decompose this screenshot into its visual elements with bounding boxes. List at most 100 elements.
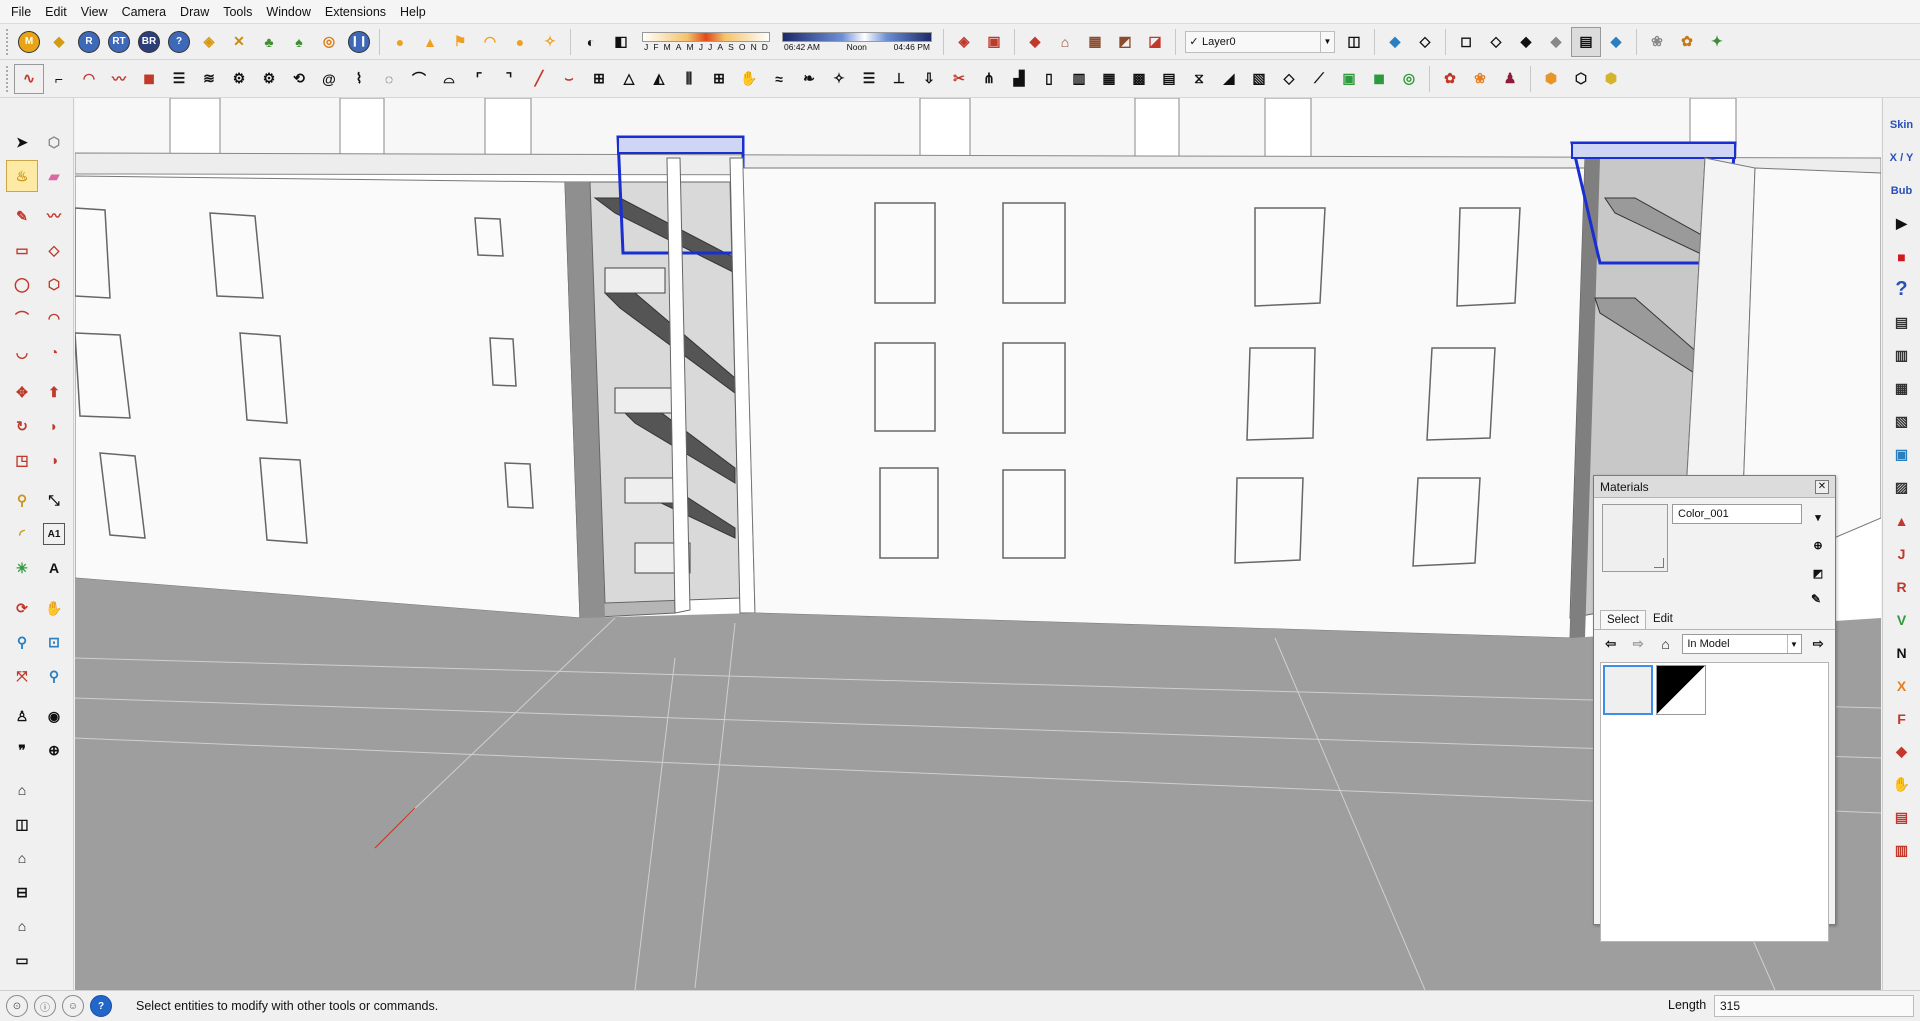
ruby-r-button[interactable]: R: [1886, 570, 1918, 603]
right-view-tool[interactable]: ⊟: [6, 876, 38, 908]
polyline-button[interactable]: ⌐: [44, 64, 74, 94]
arc-button[interactable]: ◠: [74, 64, 104, 94]
target-button[interactable]: ◎: [314, 27, 344, 57]
hand-button[interactable]: ✋: [734, 64, 764, 94]
credits-icon[interactable]: ⓘ: [34, 995, 56, 1017]
swatch-color-001[interactable]: [1603, 665, 1653, 715]
zoom-extents-tool[interactable]: ⤧: [6, 660, 38, 692]
eraser-tool[interactable]: ▰: [38, 160, 70, 192]
material-name-field[interactable]: Color_001: [1672, 504, 1802, 524]
axes-tool[interactable]: ✳: [6, 552, 38, 584]
pan-tool[interactable]: ✋: [38, 592, 70, 624]
warehouse-button[interactable]: ◆: [1020, 27, 1050, 57]
columns-button[interactable]: ⫼: [674, 64, 704, 94]
details-arrow-icon[interactable]: ⇨: [1808, 633, 1829, 655]
leaf-button[interactable]: ❧: [794, 64, 824, 94]
tag-button[interactable]: ◈: [194, 27, 224, 57]
text-tool[interactable]: A1: [38, 518, 70, 550]
layers-button[interactable]: ≋: [194, 64, 224, 94]
dome-button[interactable]: ◠: [475, 27, 505, 57]
pan-2-button[interactable]: ✋: [1886, 768, 1918, 801]
orbit-tool[interactable]: ⟳: [6, 592, 38, 624]
mesh-button[interactable]: ✦: [1702, 27, 1732, 57]
fillet-button[interactable]: ⌒: [404, 64, 434, 94]
chevron-down-icon[interactable]: ▼: [1786, 635, 1801, 653]
ruby-v-button[interactable]: V: [1886, 603, 1918, 636]
people-button[interactable]: ♟: [1495, 64, 1525, 94]
arrow-down-button[interactable]: ⇩: [914, 64, 944, 94]
wave-button[interactable]: ≈: [764, 64, 794, 94]
select-tool[interactable]: ➤: [6, 126, 38, 158]
help-icon[interactable]: ?: [90, 995, 112, 1017]
play-button[interactable]: ▶: [1886, 207, 1918, 240]
chamfer-button[interactable]: ⌓: [434, 64, 464, 94]
roof-button[interactable]: ▤: [1154, 64, 1184, 94]
ruby-1-button[interactable]: ▲: [1886, 504, 1918, 537]
layer-dropdown[interactable]: ✓ Layer0 ▼: [1185, 30, 1335, 53]
sphere-button[interactable]: ●: [385, 27, 415, 57]
swatch-black-white[interactable]: [1656, 665, 1706, 715]
help-2-button[interactable]: ?: [1886, 273, 1918, 306]
iso-house-tool[interactable]: ⌂: [6, 774, 38, 806]
door-button[interactable]: ▯: [1034, 64, 1064, 94]
eraser-curve-button[interactable]: ◼: [134, 64, 164, 94]
ruby-x-button[interactable]: X: [1886, 669, 1918, 702]
home-icon[interactable]: ⌂: [1655, 633, 1676, 655]
layers-2-button[interactable]: ▦: [1886, 372, 1918, 405]
plugin-gem-button[interactable]: ◆: [44, 27, 74, 57]
left-view-tool[interactable]: ▭: [6, 944, 38, 976]
move-tool[interactable]: ✥: [6, 376, 38, 408]
outliner-button[interactable]: ▤: [1886, 306, 1918, 339]
grid-button[interactable]: ⊞: [704, 64, 734, 94]
lamp-button[interactable]: ✧: [535, 27, 565, 57]
zoom-tool[interactable]: ⚲: [6, 626, 38, 658]
paint-button[interactable]: ◭: [644, 64, 674, 94]
scale-tool[interactable]: ◳: [6, 444, 38, 476]
shadow-time-bar[interactable]: [782, 31, 932, 42]
push-pull-tool[interactable]: ⬆: [38, 376, 70, 408]
default-material-icon[interactable]: ◩: [1807, 562, 1829, 584]
make-component-tool[interactable]: ⬡: [38, 126, 70, 158]
sandbox-button[interactable]: ❀: [1642, 27, 1672, 57]
walk-tool[interactable]: ❞: [6, 734, 38, 766]
flag-button[interactable]: ⚑: [445, 27, 475, 57]
monochrome-button[interactable]: ◆: [1601, 27, 1631, 57]
stop-button[interactable]: ■: [1886, 240, 1918, 273]
tree-button[interactable]: ♣: [254, 27, 284, 57]
menu-extensions[interactable]: Extensions: [318, 0, 393, 24]
window-button[interactable]: ▥: [1064, 64, 1094, 94]
menu-view[interactable]: View: [74, 0, 115, 24]
shaded-button[interactable]: ◆: [1541, 27, 1571, 57]
green-box-2-button[interactable]: ◼: [1364, 64, 1394, 94]
plugin-r-button[interactable]: R: [74, 27, 104, 57]
collection-dropdown[interactable]: In Model ▼: [1682, 634, 1802, 654]
polygon-tool[interactable]: ⬡: [38, 268, 70, 300]
shadow-time-slider[interactable]: 06:42 AM Noon 04:46 PM: [782, 31, 932, 52]
bezier-button[interactable]: ∿: [14, 63, 44, 94]
list-button[interactable]: ☰: [854, 64, 884, 94]
stairs-button[interactable]: ▟: [1004, 64, 1034, 94]
two-point-arc-tool[interactable]: ◠: [38, 302, 70, 334]
tri-button[interactable]: △: [614, 64, 644, 94]
create-material-icon[interactable]: ⊕: [1807, 534, 1829, 556]
scenes-button[interactable]: ▥: [1886, 339, 1918, 372]
skin-button[interactable]: Skin: [1886, 108, 1918, 141]
report-button[interactable]: ▤: [1886, 801, 1918, 834]
cube-outline-button[interactable]: ⬡: [1566, 64, 1596, 94]
rotated-rectangle-tool[interactable]: ◇: [38, 234, 70, 266]
front-view-tool[interactable]: ◫: [6, 808, 38, 840]
tape-measure-tool[interactable]: ⚲: [6, 484, 38, 516]
stack-button[interactable]: ☰: [164, 64, 194, 94]
menu-window[interactable]: Window: [259, 0, 317, 24]
3d-text-tool[interactable]: A: [38, 552, 70, 584]
materials-titlebar[interactable]: Materials ✕: [1594, 476, 1835, 498]
view-iso-button[interactable]: ◆: [1380, 27, 1410, 57]
menu-edit[interactable]: Edit: [38, 0, 74, 24]
report-2-button[interactable]: ▥: [1886, 834, 1918, 867]
cross-button[interactable]: ✕: [224, 27, 254, 57]
geo-location-icon[interactable]: ⊙: [6, 995, 28, 1017]
landscape-button[interactable]: ♠: [284, 27, 314, 57]
ball-button[interactable]: ●: [505, 27, 535, 57]
ruby-f-button[interactable]: F: [1886, 702, 1918, 735]
help-button[interactable]: ?: [164, 27, 194, 57]
